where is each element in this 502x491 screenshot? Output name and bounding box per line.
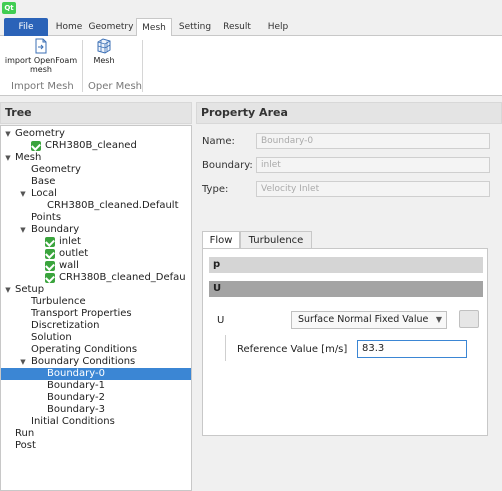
tab-file[interactable]: File: [4, 18, 48, 36]
expand-arrow-icon[interactable]: ▼: [19, 356, 27, 368]
name-label: Name:: [202, 136, 235, 147]
tree-item-local[interactable]: ▼ Local: [1, 188, 191, 200]
property-panel: Property Area Name: Boundary-0 Boundary:…: [196, 102, 502, 491]
tab-home[interactable]: Home: [54, 18, 84, 36]
tree-item-transport-properties[interactable]: Transport Properties: [1, 308, 191, 320]
expand-arrow-icon[interactable]: ▼: [4, 128, 12, 140]
tree-item-boundary-3[interactable]: Boundary-3: [1, 404, 191, 416]
section-u-header[interactable]: U: [209, 281, 483, 297]
reference-value-label: Reference Value [m/s]: [237, 344, 348, 355]
tree-view[interactable]: ▼ Geometry CRH380B_cleaned ▼ Mesh Geomet…: [0, 125, 192, 491]
u-label: U: [217, 315, 225, 326]
property-panel-title: Property Area: [196, 102, 502, 124]
tab-flow[interactable]: Flow: [202, 231, 240, 249]
tree-item-wall[interactable]: wall: [1, 260, 191, 272]
title-bar: Qt: [0, 0, 502, 16]
tab-turbulence[interactable]: Turbulence: [240, 231, 312, 249]
import-file-icon: [35, 38, 47, 54]
type-field[interactable]: Velocity Inlet: [256, 181, 490, 197]
boundary-label: Boundary:: [202, 160, 253, 171]
ribbon-panel: import OpenFoam mesh Mesh Import Mesh Op…: [0, 36, 502, 96]
ribbon-separator: [142, 40, 143, 92]
mesh-cube-icon: [97, 38, 111, 54]
tree-item-post[interactable]: Post: [1, 440, 191, 452]
tree-item-initial-conditions[interactable]: Initial Conditions: [1, 416, 191, 428]
tree-item-outlet[interactable]: outlet: [1, 248, 191, 260]
u-mode-value: Surface Normal Fixed Value: [298, 314, 429, 325]
property-area: Name: Boundary-0 Boundary: inlet Type: V…: [196, 125, 502, 491]
name-field[interactable]: Boundary-0: [256, 133, 490, 149]
group-oper-mesh-label: Oper Mesh: [88, 81, 142, 92]
tree-item-boundary-1[interactable]: Boundary-1: [1, 380, 191, 392]
tree-panel: Tree ▼ Geometry CRH380B_cleaned ▼ Mesh G…: [0, 102, 192, 491]
ribbon-tab-bar: File Home Geometry Mesh Setting Result H…: [0, 18, 502, 37]
type-label: Type:: [202, 184, 229, 195]
boundary-field[interactable]: inlet: [256, 157, 490, 173]
tree-item-inlet[interactable]: inlet: [1, 236, 191, 248]
import-openfoam-mesh-button[interactable]: import OpenFoam mesh: [4, 38, 78, 74]
chevron-down-icon: ▼: [435, 315, 442, 324]
tab-geometry[interactable]: Geometry: [88, 18, 134, 36]
tree-item-operating-conditions[interactable]: Operating Conditions: [1, 344, 191, 356]
tree-item-mesh-geometry[interactable]: Geometry: [1, 164, 191, 176]
ribbon-separator: [82, 40, 83, 92]
tab-setting[interactable]: Setting: [176, 18, 214, 36]
tree-item-points[interactable]: Points: [1, 212, 191, 224]
import-openfoam-mesh-label: import OpenFoam mesh: [4, 56, 78, 74]
tree-item-local-default[interactable]: CRH380B_cleaned.Default: [1, 200, 191, 212]
section-p-header[interactable]: p: [209, 257, 483, 273]
tree-item-run[interactable]: Run: [1, 428, 191, 440]
u-options-button[interactable]: [459, 310, 479, 328]
tree-item-boundary-2[interactable]: Boundary-2: [1, 392, 191, 404]
checkbox-checked-icon[interactable]: [45, 273, 55, 283]
checkbox-checked-icon[interactable]: [45, 261, 55, 271]
checkbox-checked-icon[interactable]: [45, 237, 55, 247]
tree-item-boundary-0[interactable]: Boundary-0: [1, 368, 191, 380]
tab-mesh[interactable]: Mesh: [136, 18, 172, 37]
tree-item-boundary[interactable]: ▼ Boundary: [1, 224, 191, 236]
mesh-label: Mesh: [93, 56, 115, 65]
tree-item-turbulence[interactable]: Turbulence: [1, 296, 191, 308]
indent-line: [225, 335, 226, 361]
qt-logo-icon: Qt: [2, 2, 16, 14]
tab-result[interactable]: Result: [220, 18, 254, 36]
tree-item-geometry-model[interactable]: CRH380B_cleaned: [1, 140, 191, 152]
u-mode-select[interactable]: Surface Normal Fixed Value ▼: [291, 311, 447, 329]
tree-item-boundary-default[interactable]: CRH380B_cleaned_Defau: [1, 272, 191, 284]
checkbox-checked-icon[interactable]: [31, 141, 41, 151]
checkbox-checked-icon[interactable]: [45, 249, 55, 259]
tree-item-mesh[interactable]: ▼ Mesh: [1, 152, 191, 164]
tree-item-geometry[interactable]: ▼ Geometry: [1, 128, 191, 140]
tree-item-boundary-conditions[interactable]: ▼ Boundary Conditions: [1, 356, 191, 368]
expand-arrow-icon[interactable]: ▼: [19, 188, 27, 200]
mesh-button[interactable]: Mesh: [86, 38, 122, 65]
expand-arrow-icon[interactable]: ▼: [4, 152, 12, 164]
tree-item-setup[interactable]: ▼ Setup: [1, 284, 191, 296]
tree-item-solution[interactable]: Solution: [1, 332, 191, 344]
expand-arrow-icon[interactable]: ▼: [4, 284, 12, 296]
flow-tab-content: p U U Surface Normal Fixed Value ▼ Refer…: [202, 248, 488, 436]
tree-panel-title: Tree: [0, 102, 192, 124]
expand-arrow-icon[interactable]: ▼: [19, 224, 27, 236]
reference-value-input[interactable]: 83.3: [357, 340, 467, 358]
tree-item-discretization[interactable]: Discretization: [1, 320, 191, 332]
tab-help[interactable]: Help: [264, 18, 292, 36]
tree-item-base[interactable]: Base: [1, 176, 191, 188]
group-import-mesh-label: Import Mesh: [11, 81, 74, 92]
